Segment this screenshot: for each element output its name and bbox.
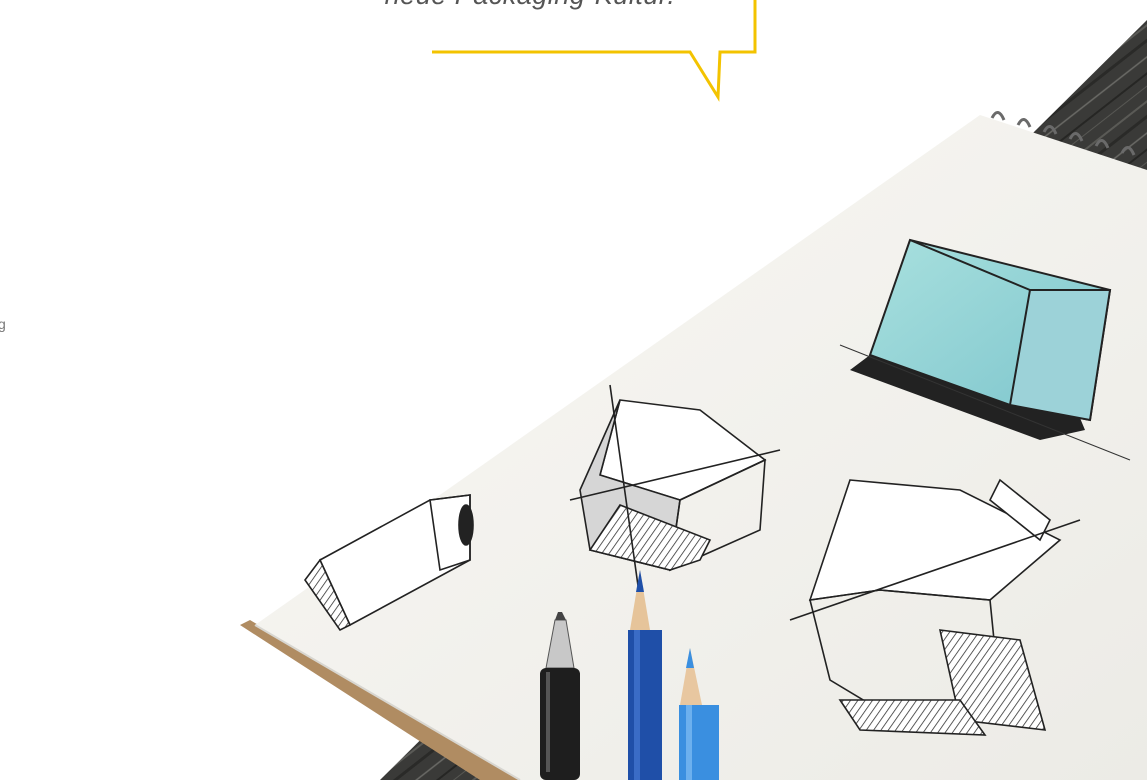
speech-bubble-outline bbox=[432, 0, 757, 102]
sketchbook-photo bbox=[240, 0, 1147, 780]
